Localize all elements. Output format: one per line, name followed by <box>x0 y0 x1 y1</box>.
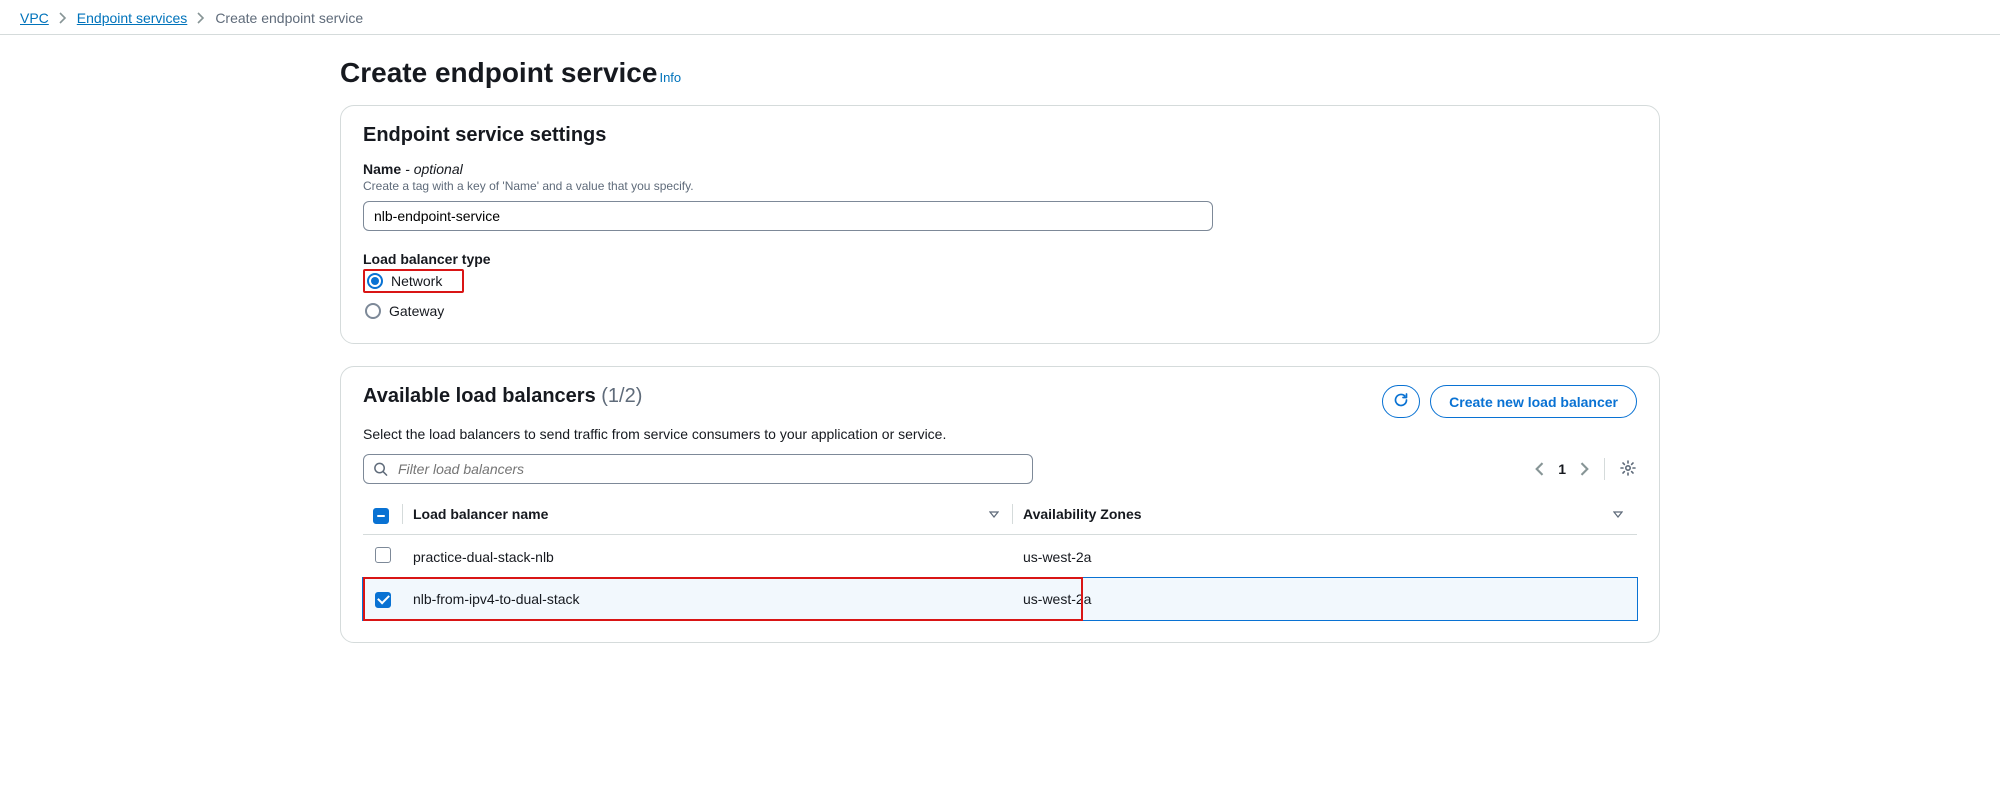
radio-input-network[interactable] <box>367 273 383 289</box>
sort-icon <box>1613 506 1623 522</box>
load-balancers-panel: Available load balancers (1/2) Create ne… <box>340 366 1660 643</box>
lb-count: (1/2) <box>601 385 642 407</box>
row-az: us-west-2a <box>1013 578 1637 620</box>
radio-network-label: Network <box>391 273 442 289</box>
page-title: Create endpoint serviceInfo <box>340 57 1660 89</box>
col-az[interactable]: Availability Zones <box>1013 494 1637 535</box>
select-all-header[interactable] <box>363 494 403 535</box>
lb-desc: Select the load balancers to send traffi… <box>363 426 1637 442</box>
page-title-text: Create endpoint service <box>340 57 657 89</box>
lb-heading: Available load balancers (1/2) <box>363 385 642 408</box>
name-input[interactable] <box>363 201 1213 231</box>
settings-panel: Endpoint service settings Name - optiona… <box>340 105 1660 344</box>
radio-gateway[interactable]: Gateway <box>363 301 454 321</box>
create-load-balancer-label: Create new load balancer <box>1449 394 1618 410</box>
name-optional: - optional <box>405 161 463 177</box>
info-link[interactable]: Info <box>659 70 681 85</box>
pagination: 1 <box>1534 458 1637 480</box>
chevron-right-icon <box>197 12 205 24</box>
row-name: practice-dual-stack-nlb <box>403 535 1013 579</box>
gear-icon <box>1619 459 1637 480</box>
settings-heading: Endpoint service settings <box>363 124 1637 147</box>
lb-heading-text: Available load balancers <box>363 385 596 407</box>
lb-type-label: Load balancer type <box>363 251 1637 267</box>
row-az-text: us-west-2a <box>1023 591 1091 607</box>
row-name-text: nlb-from-ipv4-to-dual-stack <box>413 591 580 607</box>
table-row[interactable]: practice-dual-stack-nlb us-west-2a <box>363 535 1637 579</box>
refresh-button[interactable] <box>1382 385 1420 418</box>
breadcrumb-endpoint-services[interactable]: Endpoint services <box>77 10 188 26</box>
sort-icon <box>989 506 999 522</box>
lb-type-label-text: Load balancer type <box>363 251 491 267</box>
breadcrumb: VPC Endpoint services Create endpoint se… <box>0 0 2000 35</box>
name-label-text: Name <box>363 161 401 177</box>
col-az-label: Availability Zones <box>1023 506 1142 522</box>
divider <box>1604 458 1605 480</box>
radio-input-gateway[interactable] <box>365 303 381 319</box>
load-balancer-table: Load balancer name Availability Zones <box>363 494 1637 620</box>
radio-gateway-label: Gateway <box>389 303 444 319</box>
breadcrumb-vpc[interactable]: VPC <box>20 10 49 26</box>
prev-page-button[interactable] <box>1534 462 1544 476</box>
col-name[interactable]: Load balancer name <box>403 494 1013 535</box>
radio-network[interactable]: Network <box>363 269 464 293</box>
lb-type-radio-group: Network Gateway <box>363 269 1637 321</box>
chevron-right-icon <box>59 12 67 24</box>
breadcrumb-current: Create endpoint service <box>215 10 363 26</box>
table-settings-button[interactable] <box>1619 459 1637 480</box>
select-all-checkbox[interactable] <box>373 508 389 524</box>
row-checkbox[interactable] <box>375 592 391 608</box>
refresh-icon <box>1393 392 1409 411</box>
name-label: Name - optional <box>363 161 1637 177</box>
row-name: nlb-from-ipv4-to-dual-stack <box>403 578 1013 620</box>
row-az: us-west-2a <box>1013 535 1637 579</box>
create-load-balancer-button[interactable]: Create new load balancer <box>1430 385 1637 418</box>
search-icon <box>373 462 388 477</box>
table-row[interactable]: nlb-from-ipv4-to-dual-stack us-west-2a <box>363 578 1637 620</box>
row-checkbox[interactable] <box>375 547 391 563</box>
col-name-label: Load balancer name <box>413 506 548 522</box>
page-number: 1 <box>1558 461 1566 477</box>
name-hint: Create a tag with a key of 'Name' and a … <box>363 179 1637 193</box>
next-page-button[interactable] <box>1580 462 1590 476</box>
filter-input[interactable] <box>363 454 1033 484</box>
